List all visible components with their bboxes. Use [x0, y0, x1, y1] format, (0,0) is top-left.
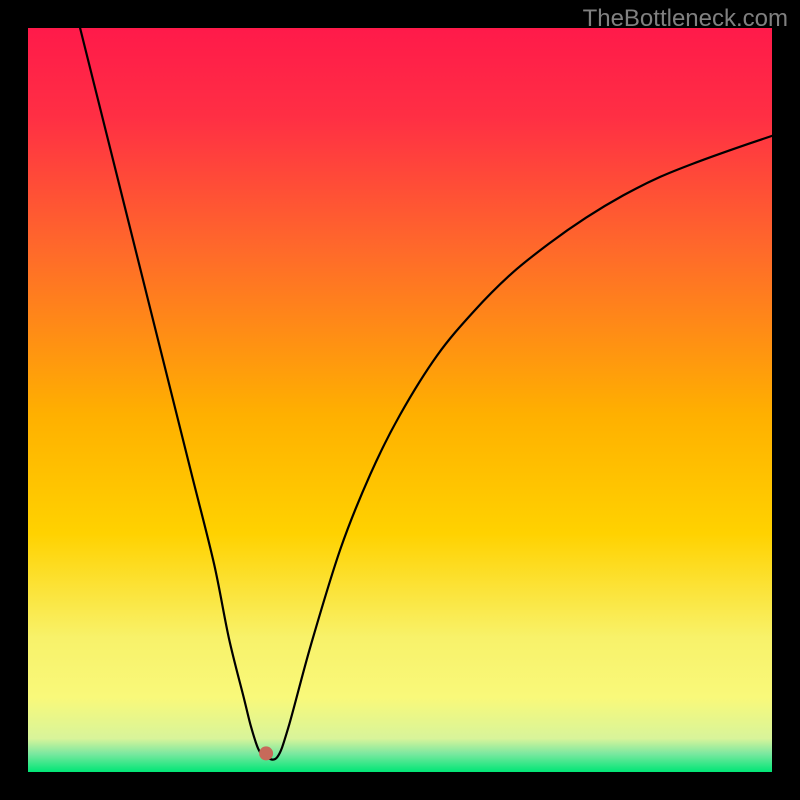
- bottleneck-curve: [80, 28, 772, 760]
- curve-layer: [28, 28, 772, 772]
- watermark-text: TheBottleneck.com: [583, 5, 788, 33]
- chart-frame: TheBottleneck.com: [0, 0, 800, 800]
- optimal-point-marker: [259, 746, 273, 760]
- plot-area: [28, 28, 772, 772]
